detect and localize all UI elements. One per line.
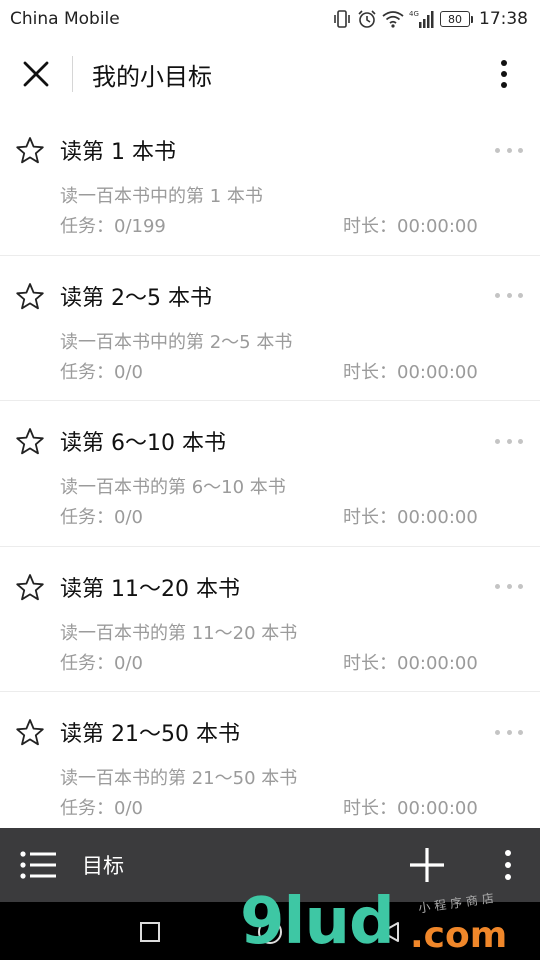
more-vertical-icon (501, 60, 507, 88)
star-icon[interactable] (14, 717, 46, 749)
goal-title: 读第 6～10 本书 (60, 431, 226, 456)
status-bar: China Mobile 4G 80 17:38 (0, 0, 540, 38)
goal-list: 读第 1 本书 读一百本书中的第 1 本书 任务：0/199 时长：00:00:… (0, 110, 540, 838)
add-goal-button[interactable] (404, 842, 450, 888)
header-more-button[interactable] (484, 54, 524, 94)
list-button[interactable] (0, 828, 76, 902)
goal-duration: 时长：00:00:00 (343, 361, 478, 383)
wifi-icon (382, 11, 404, 28)
goal-task-count: 任务：0/0 (60, 361, 143, 383)
watermark-logo: 9lud .com 小程序商店 (240, 888, 540, 960)
alarm-icon (358, 10, 376, 28)
list-icon (20, 851, 56, 879)
goal-item[interactable]: 读第 11～20 本书 读一百本书的第 11～20 本书 任务：0/0 时长：0… (0, 547, 540, 692)
goal-description: 读一百本书中的第 2～5 本书 (60, 331, 293, 353)
goal-item[interactable]: 读第 21～50 本书 读一百本书的第 21～50 本书 任务：0/0 时长：0… (0, 692, 540, 838)
star-icon[interactable] (14, 572, 46, 604)
svg-text:4G: 4G (409, 10, 419, 18)
bottom-more-button[interactable] (498, 845, 518, 885)
recent-apps-button[interactable] (140, 922, 160, 942)
clock: 17:38 (479, 9, 528, 29)
goal-duration: 时长：00:00:00 (343, 507, 478, 528)
goal-item[interactable]: 读第 2～5 本书 读一百本书中的第 2～5 本书 任务：0/0 时长：00:0… (0, 256, 540, 401)
goal-more-button[interactable] (492, 431, 526, 451)
signal-icon: 4G (409, 10, 434, 28)
goal-title: 读第 21～50 本书 (60, 722, 240, 747)
goal-item[interactable]: 读第 6～10 本书 读一百本书的第 6～10 本书 任务：0/0 时长：00:… (0, 401, 540, 547)
battery-indicator: 80 (440, 11, 473, 27)
app-header: 我的小目标 (0, 38, 540, 110)
goal-title: 读第 2～5 本书 (60, 285, 212, 311)
goal-item[interactable]: 读第 1 本书 读一百本书中的第 1 本书 任务：0/199 时长：00:00:… (0, 110, 540, 256)
goal-title: 读第 11～20 本书 (60, 576, 240, 602)
goal-task-count: 任务：0/0 (60, 507, 143, 528)
goal-description: 读一百本书的第 6～10 本书 (60, 477, 286, 498)
plus-icon (410, 848, 444, 882)
watermark-suffix: .com (410, 915, 508, 956)
star-icon[interactable] (14, 426, 46, 458)
goal-title: 读第 1 本书 (60, 140, 176, 165)
carrier-name: China Mobile (10, 9, 120, 29)
page-title: 我的小目标 (92, 62, 212, 91)
goal-task-count: 任务：0/0 (60, 798, 143, 819)
star-icon[interactable] (14, 281, 46, 313)
watermark-subtitle: 小程序商店 (417, 890, 499, 916)
close-icon (23, 61, 49, 87)
goal-duration: 时长：00:00:00 (343, 798, 478, 819)
goal-description: 读一百本书中的第 1 本书 (60, 186, 263, 207)
vibrate-icon (334, 10, 350, 28)
goal-duration: 时长：00:00:00 (343, 652, 478, 674)
goal-description: 读一百本书的第 11～20 本书 (60, 622, 298, 644)
watermark-main: 9lud (240, 885, 395, 959)
more-vertical-icon (505, 850, 511, 880)
close-button[interactable] (0, 38, 72, 110)
goal-more-button[interactable] (492, 577, 526, 597)
goal-more-button[interactable] (492, 286, 526, 306)
goal-description: 读一百本书的第 21～50 本书 (60, 768, 298, 789)
header-divider (72, 56, 73, 92)
battery-level: 80 (440, 11, 470, 27)
star-icon[interactable] (14, 135, 46, 167)
battery-tip (471, 15, 473, 23)
goal-task-count: 任务：0/199 (60, 216, 166, 237)
status-right: 4G 80 17:38 (332, 9, 528, 29)
goal-more-button[interactable] (492, 722, 526, 742)
goal-duration: 时长：00:00:00 (343, 216, 478, 237)
goal-more-button[interactable] (492, 140, 526, 160)
status-icons: 4G 80 (332, 9, 473, 29)
goal-task-count: 任务：0/0 (60, 652, 143, 674)
bottom-title: 目标 (82, 854, 124, 878)
